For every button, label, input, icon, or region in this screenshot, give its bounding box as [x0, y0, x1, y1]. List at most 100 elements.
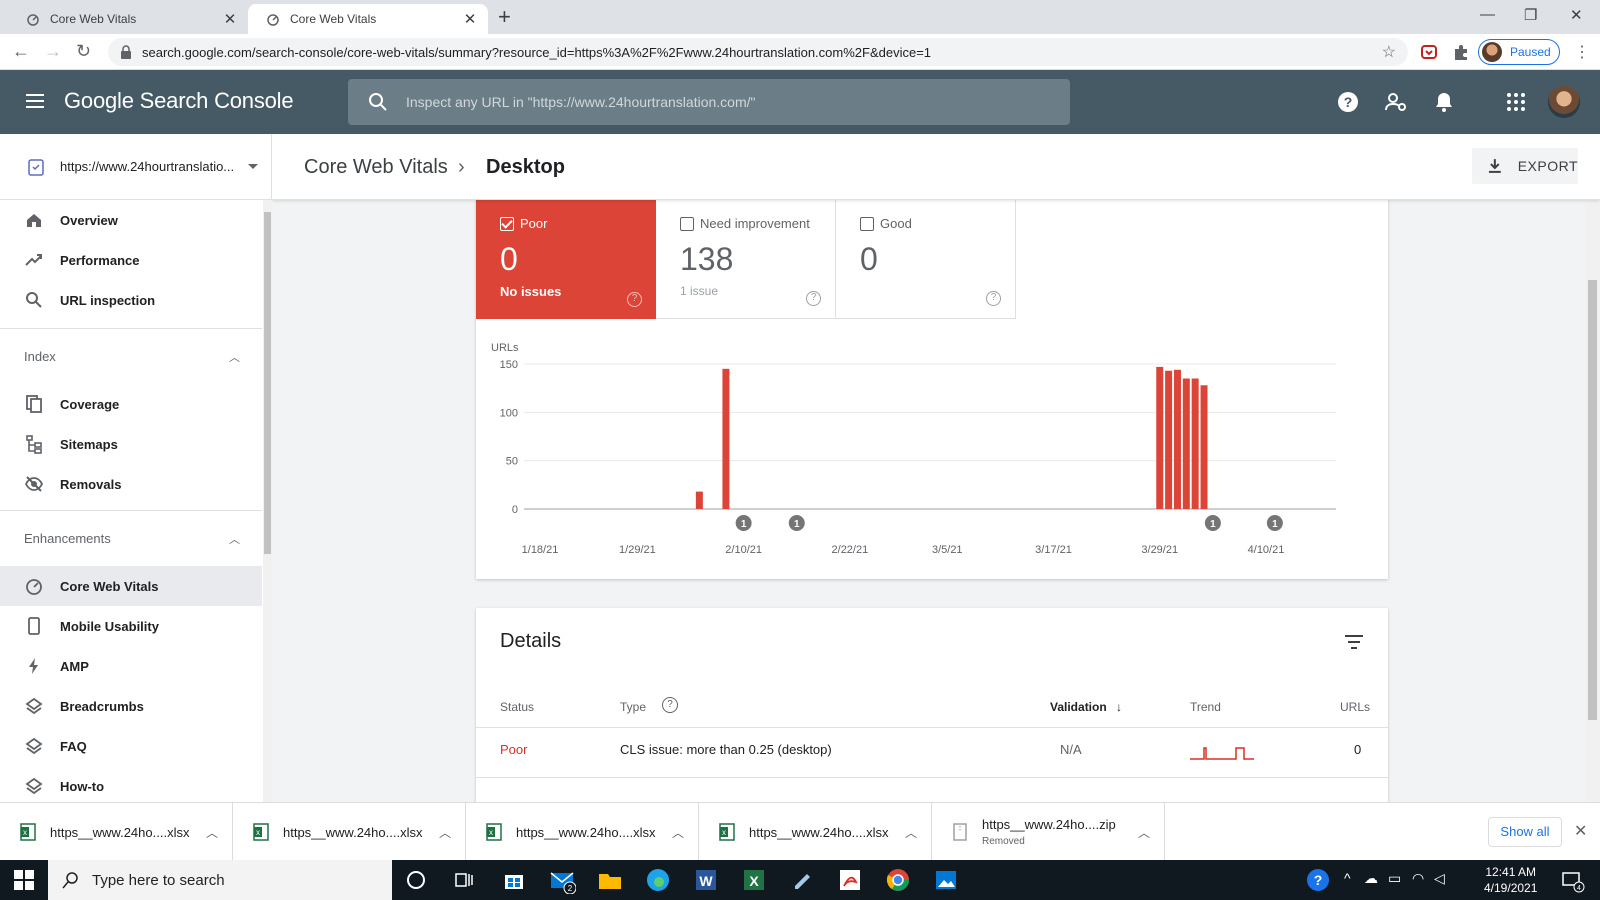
volume-icon[interactable]: ◁	[1434, 870, 1445, 887]
photos-icon[interactable]	[932, 866, 960, 894]
help-icon[interactable]: ?	[806, 291, 821, 306]
help-icon[interactable]: ?	[986, 291, 1001, 306]
sidebar-item-url-inspection[interactable]: URL inspection	[0, 280, 262, 320]
bookmark-star-icon[interactable]: ☆	[1382, 42, 1396, 62]
browser-tab[interactable]: Core Web Vitals ✕	[8, 4, 248, 34]
sidebar-section-enhancements[interactable]: Enhancements ︿	[0, 510, 262, 566]
inspect-url-input[interactable]	[406, 94, 1046, 110]
sidebar-item-performance[interactable]: Performance	[0, 240, 262, 280]
scrollbar-thumb[interactable]	[264, 212, 271, 554]
sidebar-section-index[interactable]: Index ︿	[0, 328, 262, 384]
acrobat-reader-icon[interactable]	[836, 866, 864, 894]
table-row[interactable]: Poor CLS issue: more than 0.25 (desktop)…	[476, 728, 1388, 778]
property-selector[interactable]: https://www.24hourtranslatio...	[0, 134, 272, 200]
battery-icon[interactable]: ▭	[1388, 870, 1401, 887]
column-status[interactable]: Status	[500, 700, 534, 714]
notepad-icon[interactable]	[788, 866, 816, 894]
pocket-extension-icon[interactable]	[1420, 43, 1438, 61]
edge-browser-icon[interactable]	[644, 866, 672, 894]
account-avatar[interactable]	[1548, 86, 1580, 118]
scrollbar-thumb[interactable]	[1588, 280, 1597, 720]
sidebar-item-amp[interactable]: AMP	[0, 646, 262, 686]
sidebar-item-core-web-vitals[interactable]: Core Web Vitals	[0, 566, 262, 606]
apps-grid-icon[interactable]	[1504, 90, 1528, 114]
action-center-icon[interactable]: 4	[1558, 866, 1586, 894]
download-item[interactable]: x https__www.24ho....xlsx ︿	[699, 803, 932, 861]
windows-start-icon[interactable]	[14, 870, 34, 890]
status-tile-need-improvement[interactable]: Need improvement 138 1 issue ?	[656, 194, 836, 319]
help-tray-icon[interactable]: ?	[1304, 866, 1332, 894]
close-downloads-icon[interactable]: ✕	[1574, 821, 1587, 841]
back-icon[interactable]: ←	[12, 41, 30, 61]
minimize-icon[interactable]: —	[1480, 6, 1495, 23]
wifi-icon[interactable]: ◠	[1412, 870, 1424, 887]
chevron-up-icon[interactable]: ︿	[206, 824, 218, 841]
close-tab-icon[interactable]: ✕	[222, 10, 238, 28]
download-item[interactable]: x https__www.24ho....xlsx ︿	[233, 803, 466, 861]
forward-icon[interactable]: →	[44, 41, 62, 61]
reload-icon[interactable]: ↻	[76, 41, 91, 61]
address-bar[interactable]: search.google.com/search-console/core-we…	[108, 38, 1408, 66]
chrome-icon[interactable]	[884, 866, 912, 894]
download-item-removed[interactable]: https__www.24ho....zip Removed ︿	[932, 803, 1165, 861]
excel-icon[interactable]: X	[740, 866, 768, 894]
window-close-icon[interactable]: ✕	[1570, 6, 1583, 24]
manage-users-icon[interactable]	[1384, 90, 1408, 114]
onedrive-icon[interactable]: ☁	[1364, 870, 1378, 887]
show-all-downloads-button[interactable]: Show all	[1488, 817, 1562, 847]
help-icon[interactable]: ?	[627, 292, 642, 307]
help-icon[interactable]: ?	[662, 697, 678, 713]
chevron-up-icon[interactable]: ︿	[439, 824, 451, 841]
x-tick-label: 3/29/21	[1141, 544, 1178, 556]
sidebar-item-sitemaps[interactable]: Sitemaps	[0, 424, 262, 464]
sidebar-item-mobile-usability[interactable]: Mobile Usability	[0, 606, 262, 646]
status-tile-good[interactable]: Good 0 ?	[836, 194, 1016, 319]
chevron-up-icon[interactable]: ^	[1344, 870, 1351, 886]
filter-icon[interactable]	[1344, 634, 1364, 650]
sidebar-scrollbar[interactable]	[263, 200, 272, 802]
export-button[interactable]: EXPORT	[1472, 148, 1578, 184]
checkbox-checked[interactable]	[500, 216, 514, 231]
mail-icon[interactable]: 2	[548, 866, 576, 894]
chrome-menu-icon[interactable]: ⋮	[1574, 42, 1590, 62]
main-scrollbar[interactable]	[1585, 200, 1600, 802]
notifications-bell-icon[interactable]	[1432, 90, 1456, 114]
chevron-up-icon[interactable]: ︿	[905, 824, 917, 841]
product-logo[interactable]: Google Search Console	[64, 88, 294, 114]
column-type[interactable]: Type	[620, 700, 646, 714]
restore-icon[interactable]: ❐	[1524, 6, 1537, 24]
column-validation[interactable]: Validation	[1050, 700, 1107, 714]
word-icon[interactable]: W	[692, 866, 720, 894]
sidebar-item-overview[interactable]: Overview	[0, 200, 262, 240]
arrow-down-icon[interactable]: ↓	[1116, 700, 1122, 714]
checkbox[interactable]	[860, 216, 874, 231]
task-view-icon[interactable]	[450, 866, 478, 894]
breadcrumb-parent[interactable]: Core Web Vitals	[304, 156, 448, 179]
download-item[interactable]: x https__www.24ho....xlsx ︿	[466, 803, 699, 861]
sidebar-item-breadcrumbs[interactable]: Breadcrumbs	[0, 686, 262, 726]
close-tab-icon[interactable]: ✕	[462, 10, 478, 28]
download-item[interactable]: x https__www.24ho....xlsx ︿	[0, 803, 233, 861]
column-urls[interactable]: URLs	[1340, 700, 1370, 714]
extensions-puzzle-icon[interactable]	[1452, 43, 1470, 61]
help-icon[interactable]: ?	[1336, 90, 1360, 114]
cortana-icon[interactable]	[402, 866, 430, 894]
sidebar-item-faq[interactable]: FAQ	[0, 726, 262, 766]
checkbox[interactable]	[680, 216, 694, 231]
menu-icon[interactable]	[26, 94, 44, 108]
browser-tab-active[interactable]: Core Web Vitals ✕	[248, 4, 488, 34]
microsoft-store-icon[interactable]	[500, 866, 528, 894]
profile-paused-button[interactable]: Paused	[1478, 39, 1560, 65]
bolt-icon	[29, 658, 38, 674]
status-tile-poor[interactable]: Poor 0 No issues ?	[476, 194, 656, 319]
chevron-up-icon[interactable]: ︿	[1138, 824, 1150, 841]
system-clock[interactable]: 12:41 AM 4/19/2021	[1484, 864, 1537, 896]
taskbar-search-box[interactable]: Type here to search	[48, 860, 392, 900]
chevron-up-icon[interactable]: ︿	[672, 824, 684, 841]
sidebar-item-removals[interactable]: Removals	[0, 464, 262, 504]
sidebar-item-coverage[interactable]: Coverage	[0, 384, 262, 424]
new-tab-icon[interactable]: +	[498, 6, 511, 28]
sidebar-item-how-to[interactable]: How-to	[0, 766, 262, 802]
file-explorer-icon[interactable]	[596, 866, 624, 894]
url-inspection-search[interactable]	[348, 79, 1070, 125]
